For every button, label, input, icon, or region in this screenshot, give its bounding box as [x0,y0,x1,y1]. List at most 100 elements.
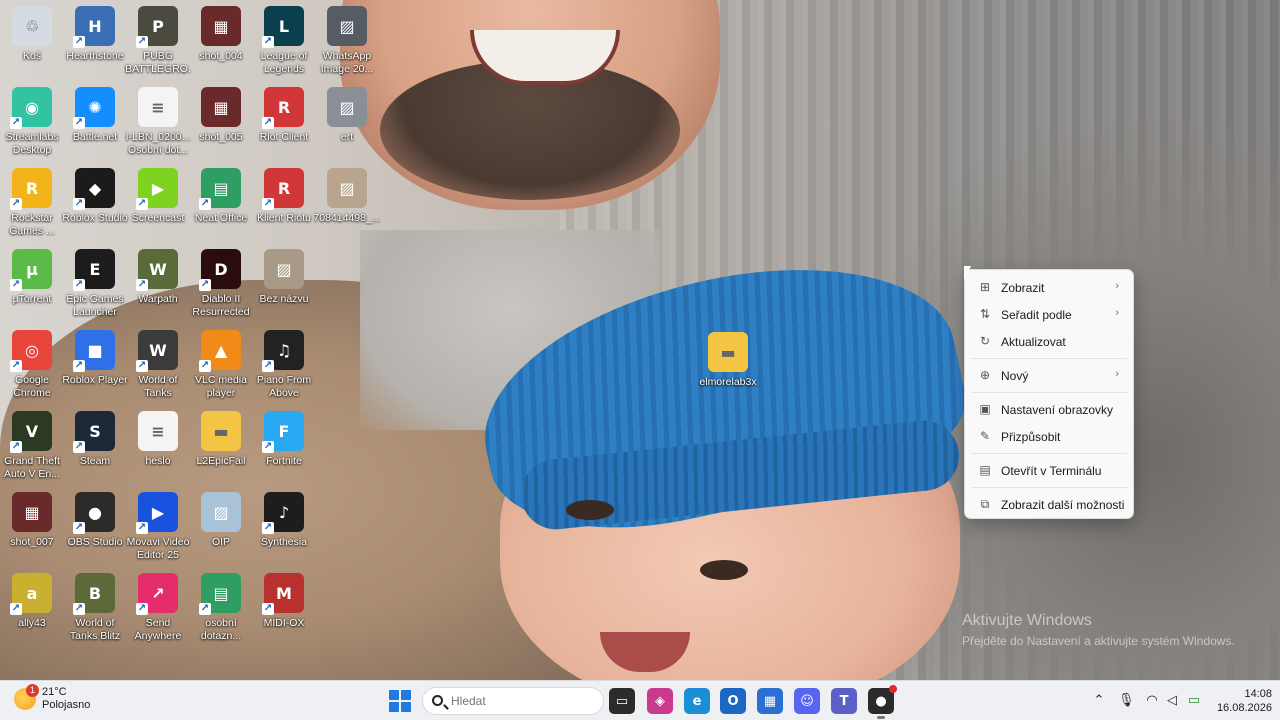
brush-icon: ✎ [979,429,991,443]
chevron-up-icon[interactable]: ⌃ [1091,693,1107,709]
menu-separator [971,392,1127,393]
desktop-icon[interactable]: ♪ ↗ Synthesia [252,490,316,568]
start-button[interactable] [389,690,411,712]
desktop-icon[interactable]: ▤ ↗ osobní dotazn... [189,571,253,649]
volume-icon[interactable]: ◁ [1164,693,1180,709]
wifi-icon[interactable]: ◠ [1144,693,1160,709]
desktop-icon[interactable]: ● ↗ OBS Studio [63,490,127,568]
desktop-icon[interactable]: S ↗ Steam [63,409,127,487]
image-icon: ▦ [12,492,52,532]
desktop-icon-label: Warpath [138,293,178,305]
screencast-icon: ▶ ↗ [136,168,178,210]
more-options-icon: ⧉ [980,497,990,511]
desktop-icon[interactable]: a ↗ ally43 [0,571,64,649]
desktop-icon[interactable]: V ↗ Grand Theft Auto V En... [0,409,64,487]
shortcut-arrow-icon: ↗ [262,522,274,534]
desktop-icon[interactable]: B ↗ World of Tanks Blitz [63,571,127,649]
shortcut-arrow-icon: ↗ [136,36,148,48]
outlook-icon[interactable]: O [720,688,746,714]
menu-item-zobrazit-dalsi-moznosti[interactable]: ⧉ Zobrazit další možnosti [965,491,1133,518]
teams-icon[interactable]: T [831,688,857,714]
desktop-icon[interactable]: H ↗ Hearthstone [63,4,127,82]
desktop-icon[interactable]: ✺ ↗ Battle.net [63,85,127,163]
desktop-icon-label: Riot Client [259,131,309,143]
desktop-icon-label: Screencast [131,212,185,224]
desktop-icon[interactable]: ◎ ↗ Google Chrome [0,328,64,406]
weather-widget[interactable]: 1 21°C Polojasno [14,684,91,712]
desktop-icon[interactable]: W ↗ World of Tanks [126,328,190,406]
desktop-icon-label: elmorelab3x [699,376,757,388]
document-icon: ≡ [138,411,178,451]
store-icon[interactable]: ▦ [757,688,783,714]
desktop-icon[interactable]: E ↗ Epic Games Launcher [63,247,127,325]
menu-item-seradit-podle[interactable]: ⇅ Seřadit podle › [965,301,1133,328]
desktop-icon[interactable]: R ↗ Rockstar Games ... [0,166,64,244]
desktop-icon[interactable]: ■ ↗ Roblox Player [62,328,128,406]
menu-item-label: Seřadit podle [1001,307,1072,322]
menu-item-aktualizovat[interactable]: ↻ Aktualizovat [965,328,1133,355]
desktop-icon[interactable]: ▨ ert [315,85,379,163]
desktop-icon[interactable]: ▶ ↗ Movavi Video Editor 25 [126,490,190,568]
desktop-icon[interactable]: W ↗ Warpath [126,247,190,325]
menu-item-prizpusobit[interactable]: ✎ Přizpůsobit [965,423,1133,450]
desktop-icon[interactable]: ◉ ↗ Streamlabs Desktop [0,85,64,163]
desktop-icon[interactable]: ◆ ↗ Roblox Studio [62,166,128,244]
obs-taskbar-icon[interactable]: ● [868,685,897,719]
desktop-icon[interactable]: ▦ shot_004 [189,4,253,82]
desktop-icon[interactable]: ▤ ↗ Neat Office [189,166,253,244]
menu-item-novy[interactable]: ⊕ Nový › [965,362,1133,389]
desktop-icon[interactable]: ▨ WhatsApp Image 20... [315,4,379,82]
desktop-icon[interactable]: ▦ shot_007 [0,490,64,568]
world-of-tanks-icon: W ↗ [136,330,178,372]
neat-office-icon: ▤ ↗ [199,573,241,615]
desktop-icon-label: shot_005 [199,131,243,143]
desktop-icon[interactable]: P↗PUBG BATTLEGRO... [125,4,191,82]
desktop-icon[interactable]: L ↗ League of Legends [252,4,316,82]
desktop-icon[interactable]: ▬ L2EpicFail [189,409,253,487]
file-explorer-icon[interactable]: ▭ [609,688,635,714]
menu-item-nastaveni-obrazovky[interactable]: ▣ Nastavení obrazovky [965,396,1133,423]
desktop-icon[interactable]: M ↗ MIDI-OX [252,571,316,649]
desktop-icon[interactable]: R ↗ Riot Client [252,85,316,163]
desktop-icon[interactable]: ▲ ↗ VLC media player [189,328,253,406]
battery-icon[interactable]: ▭ [1186,693,1202,709]
desktop-icon[interactable]: ▨ OIP [189,490,253,568]
taskbar-clock[interactable]: 14:08 16.08.2026 [1212,687,1272,715]
desktop-icon[interactable]: µ ↗ µTorrent [0,247,64,325]
desktop-icon[interactable]: ▬ elmorelab3x [696,330,760,408]
menu-item-otevrit-v-terminalu[interactable]: ▤ Otevřít v Terminálu [965,457,1133,484]
desktop-icon[interactable]: ▨ Bez názvu [252,247,316,325]
shortcut-arrow-icon: ↗ [199,198,211,210]
desktop-icon[interactable]: R ↗ Klient Riotu [252,166,316,244]
streamlabs-taskbar-icon[interactable]: ◈ [647,688,673,714]
running-indicator [877,716,885,719]
taskbar-search[interactable] [422,687,604,715]
desktop-icon[interactable]: D ↗ Diablo II Resurrected [189,247,253,325]
diablo-icon: D ↗ [199,249,241,291]
desktop-icon[interactable]: ▨ 708414498_... [313,166,381,244]
desktop-icon-label: I-LBN_0200... Osobní dot... [125,131,191,156]
menu-item-label: Přizpůsobit [1001,429,1061,444]
document-icon: ≡ [138,87,178,127]
desktop-icon[interactable]: ▶ ↗ Screencast [126,166,190,244]
microphone-icon[interactable]: 🎙 [1118,693,1135,709]
desktop-icon[interactable]: ↗ ↗ Send Anywhere [126,571,190,649]
search-input[interactable] [451,694,591,708]
menu-item-zobrazit[interactable]: ⊞ Zobrazit › [965,274,1133,301]
taskbar: 1 21°C Polojasno ▭ ◈ eO ▦ ☺ T ● ⌃ 🎙 ◠ ◁ ▭ 14:0… [0,680,1280,720]
shortcut-arrow-icon: ↗ [136,522,148,534]
edge-icon[interactable]: e [684,688,710,714]
folder-icon: ▬ [708,332,748,372]
desktop-icon[interactable]: F ↗ Fortnite [252,409,316,487]
desktop-icon[interactable]: ≡ heslo [126,409,190,487]
desktop-icon[interactable]: ♫ ↗ Piano From Above [252,328,316,406]
battlenet-icon: ✺ ↗ [73,87,115,129]
roblox-studio-icon: ◆ ↗ [73,168,115,210]
desktop-icon[interactable]: ▦ shot_005 [189,85,253,163]
weather-condition: Polojasno [42,699,91,711]
desktop-icon-label: WhatsApp Image 20... [320,50,374,75]
desktop-icon[interactable]: ≡ I-LBN_0200... Osobní dot... [126,85,190,163]
discord-icon[interactable]: ☺ [794,688,820,714]
desktop-icon-label: 708414498_... [313,212,381,224]
desktop-icon[interactable]: ♲ Koš [0,4,64,82]
